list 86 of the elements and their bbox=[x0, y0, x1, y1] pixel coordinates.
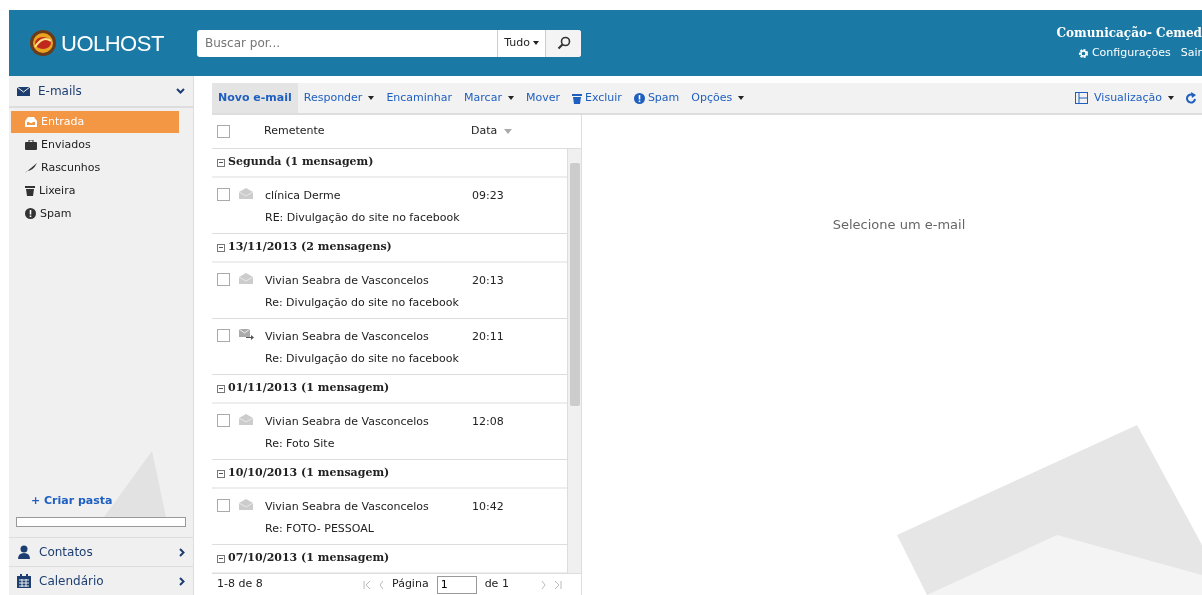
group-header: Segunda (1 mensagem) bbox=[228, 154, 374, 171]
forwarded-mail-icon bbox=[239, 329, 254, 340]
logo-text: UOLHOST bbox=[61, 29, 164, 58]
alert-icon bbox=[25, 208, 36, 220]
page-label: Página bbox=[392, 576, 429, 593]
message-time: 09:23 bbox=[472, 188, 505, 204]
message-time: 20:13 bbox=[472, 273, 505, 289]
feather-icon bbox=[25, 162, 37, 173]
message-subject: Re: Divulgação do site no facebook bbox=[265, 295, 460, 311]
folder-item[interactable]: Spam bbox=[11, 202, 179, 225]
message-subject: RE: Divulgação do site no facebook bbox=[265, 210, 461, 226]
message-time: 20:11 bbox=[472, 329, 505, 345]
sender: Vivian Seabra de Vasconcelos bbox=[265, 414, 430, 430]
collapse-toggle[interactable] bbox=[217, 158, 225, 167]
settings-icon bbox=[1078, 47, 1090, 59]
open-mail-icon bbox=[239, 414, 253, 425]
refresh-icon[interactable] bbox=[1185, 92, 1197, 104]
toolbar-button[interactable]: Encaminhar bbox=[380, 83, 459, 113]
message-checkbox[interactable] bbox=[217, 188, 230, 201]
page-total: de 1 bbox=[484, 576, 509, 593]
sender: Vivian Seabra de Vasconcelos bbox=[265, 273, 430, 289]
collapse-toggle[interactable] bbox=[217, 384, 225, 393]
sort-icon bbox=[504, 129, 513, 134]
column-header[interactable]: Remetente bbox=[264, 123, 471, 140]
collapse-toggle[interactable] bbox=[217, 554, 225, 563]
message-subject: Re: Foto Site bbox=[265, 436, 336, 452]
group-header: 13/11/2013 (2 mensagens) bbox=[228, 239, 392, 256]
header-link[interactable]: Sair bbox=[1180, 45, 1202, 62]
folder-item[interactable]: Lixeira bbox=[11, 179, 179, 202]
logo-icon bbox=[29, 29, 57, 57]
toolbar-button[interactable]: Marcar bbox=[458, 83, 520, 113]
message-time: 12:08 bbox=[472, 414, 505, 430]
header-link[interactable]: Configurações bbox=[1078, 45, 1171, 62]
sender: clínica Derme bbox=[265, 188, 342, 204]
mail-icon bbox=[17, 86, 30, 96]
folder-item[interactable]: Rascunhos bbox=[11, 156, 179, 179]
toolbar-button[interactable]: Novo e-mail bbox=[212, 83, 298, 113]
message-checkbox[interactable] bbox=[217, 499, 230, 512]
layout-icon bbox=[1075, 92, 1089, 104]
toolbar-button[interactable]: Mover bbox=[519, 83, 566, 113]
trash-icon bbox=[571, 92, 582, 104]
view-dropdown[interactable]: Visualização bbox=[1069, 83, 1180, 113]
select-all-checkbox[interactable] bbox=[217, 125, 230, 138]
search-button[interactable] bbox=[545, 29, 581, 57]
message-checkbox[interactable] bbox=[217, 273, 230, 286]
app-link[interactable]: Calendário bbox=[9, 566, 193, 595]
message-subject: Re: Divulgação do site no facebook bbox=[265, 351, 460, 367]
page-field[interactable]: 1 bbox=[436, 575, 477, 594]
message-time: 10:42 bbox=[472, 499, 505, 515]
emails-section-header[interactable]: E-mails bbox=[9, 76, 193, 108]
column-header[interactable]: Data bbox=[471, 123, 498, 140]
group-header: 10/10/2013 (1 mensagem) bbox=[228, 465, 390, 482]
collapse-toggle[interactable] bbox=[217, 243, 225, 252]
alert-icon bbox=[633, 92, 645, 104]
collapse-toggle[interactable] bbox=[217, 469, 225, 478]
message-checkbox[interactable] bbox=[217, 414, 230, 427]
calendar-icon bbox=[17, 574, 31, 588]
create-folder-link[interactable]: + Criar pasta bbox=[9, 493, 113, 507]
person-icon bbox=[17, 545, 31, 559]
open-mail-icon bbox=[239, 188, 253, 199]
empty-message: Selecione um e-mail bbox=[832, 216, 966, 233]
group-header: 01/11/2013 (1 mensagem) bbox=[228, 380, 390, 397]
toolbar-button[interactable]: Responder bbox=[297, 83, 381, 113]
message-subject: Re: FOTO- PESSOAL bbox=[265, 521, 375, 537]
toolbar-button[interactable]: Opções bbox=[685, 83, 751, 113]
chevron-icon bbox=[179, 547, 185, 557]
toolbar-button[interactable]: Spam bbox=[627, 83, 686, 113]
search-icon bbox=[556, 36, 571, 50]
trash-icon bbox=[25, 185, 35, 197]
message-checkbox[interactable] bbox=[217, 329, 230, 342]
sender: Vivian Seabra de Vasconcelos bbox=[265, 329, 430, 345]
scrollbar[interactable] bbox=[567, 149, 581, 573]
search-field[interactable]: Buscar por... Tudo bbox=[197, 29, 581, 57]
toolbar-button[interactable]: Excluir bbox=[565, 83, 628, 113]
open-mail-icon bbox=[239, 499, 253, 510]
app-link[interactable]: Contatos bbox=[9, 537, 193, 566]
group-header: 07/10/2013 (1 mensagem) bbox=[228, 550, 390, 567]
briefcase-icon bbox=[25, 139, 37, 150]
folder-item[interactable]: Enviados bbox=[11, 133, 179, 156]
chevron-icon bbox=[176, 88, 185, 94]
page-range: 1-8 de 8 bbox=[217, 576, 264, 593]
account-name: Comunicação- Cemed bbox=[1056, 25, 1202, 43]
open-mail-icon bbox=[239, 273, 253, 284]
inbox-icon bbox=[25, 116, 37, 127]
sender: Vivian Seabra de Vasconcelos bbox=[265, 499, 430, 515]
chevron-icon bbox=[179, 576, 185, 586]
